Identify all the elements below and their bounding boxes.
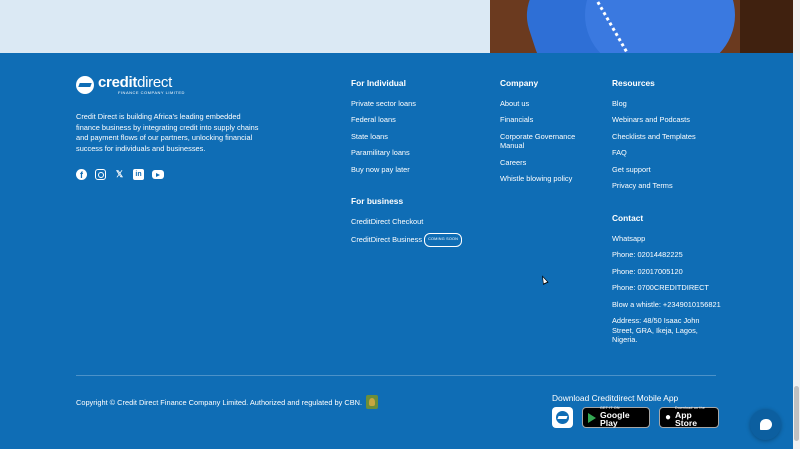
contact-phone-1[interactable]: Phone: 02014482225 — [612, 250, 722, 260]
individual-column: For Individual Private sector loans Fede… — [351, 78, 416, 181]
link-privacy-terms[interactable]: Privacy and Terms — [612, 181, 696, 191]
cbn-logo-icon — [366, 395, 379, 409]
link-financials[interactable]: Financials — [500, 115, 595, 125]
individual-heading: For Individual — [351, 78, 406, 88]
link-blog[interactable]: Blog — [612, 99, 696, 109]
link-creditdirect-business-item[interactable]: CreditDirect Business COMING SOON — [351, 233, 463, 247]
chat-bubble-icon — [759, 419, 772, 430]
logo-word-credit: credit — [98, 74, 138, 91]
footer-logo[interactable]: creditdirect FINANCE COMPANY LIMITED — [76, 75, 185, 95]
company-column: Company About us Financials Corporate Go… — [500, 78, 595, 191]
apple-icon: ● — [665, 411, 672, 423]
business-heading: For business — [351, 196, 404, 206]
link-private-sector-loans[interactable]: Private sector loans — [351, 99, 416, 109]
logo-mark-icon — [76, 76, 94, 94]
logo-word-direct: direct — [137, 74, 172, 91]
link-federal-loans[interactable]: Federal loans — [351, 115, 416, 125]
copyright-text: Copyright © Credit Direct Finance Compan… — [76, 397, 363, 407]
x-icon[interactable]: 𝕏 — [114, 169, 125, 180]
link-webinars[interactable]: Webinars and Podcasts — [612, 115, 696, 125]
creditdirect-app-icon[interactable] — [552, 407, 573, 428]
business-column: For business CreditDirect Checkout Credi… — [351, 196, 463, 254]
page-scrollbar[interactable] — [793, 0, 800, 449]
contact-address: Address: 48/50 Isaac John Street, GRA, I… — [612, 315, 700, 345]
link-corporate-governance[interactable]: Corporate Governance Manual — [500, 132, 595, 151]
link-creditdirect-checkout[interactable]: CreditDirect Checkout — [351, 217, 462, 227]
footer-divider — [76, 375, 716, 376]
app-store-label: App Store — [675, 409, 698, 429]
link-whistle-blowing[interactable]: Whistle blowing policy — [500, 174, 595, 184]
facebook-icon[interactable]: f — [76, 169, 87, 180]
app-download-title: Download Creditdirect Mobile App — [552, 393, 679, 403]
chat-button[interactable] — [750, 409, 781, 440]
copyright-row: Copyright © Credit Direct Finance Compan… — [76, 395, 379, 409]
linkedin-icon[interactable]: in — [133, 169, 144, 180]
link-checklists[interactable]: Checklists and Templates — [612, 132, 696, 142]
hero-image-strip — [0, 0, 800, 53]
resources-column: Resources Blog Webinars and Podcasts Che… — [612, 78, 696, 197]
link-about-us[interactable]: About us — [500, 99, 595, 109]
link-faq[interactable]: FAQ — [612, 148, 696, 158]
contact-phone-3[interactable]: Phone: 0700CREDITDIRECT — [612, 283, 722, 293]
contact-column: Contact Whatsapp Phone: 02014482225 Phon… — [612, 213, 722, 352]
link-creditdirect-business[interactable]: CreditDirect Business — [351, 235, 422, 244]
resources-heading: Resources — [612, 78, 655, 88]
instagram-icon[interactable] — [95, 169, 106, 180]
link-buy-now-pay-later[interactable]: Buy now pay later — [351, 165, 416, 175]
coming-soon-badge: COMING SOON — [424, 233, 463, 247]
youtube-icon[interactable] — [152, 170, 164, 179]
app-download-row: GET IT ON Google Play ● Download on the … — [552, 406, 719, 429]
social-links: f 𝕏 in — [76, 169, 164, 180]
contact-whatsapp[interactable]: Whatsapp — [612, 234, 722, 244]
app-store-button[interactable]: ● Download on the App Store — [659, 406, 719, 429]
contact-heading: Contact — [612, 213, 644, 223]
hero-photo — [490, 0, 795, 53]
contact-phone-2[interactable]: Phone: 02017005120 — [612, 267, 722, 277]
link-careers[interactable]: Careers — [500, 158, 595, 168]
company-heading: Company — [500, 78, 539, 88]
logo-subtitle: FINANCE COMPANY LIMITED — [118, 90, 185, 95]
link-state-loans[interactable]: State loans — [351, 132, 416, 142]
google-play-icon — [588, 412, 596, 423]
scrollbar-thumb[interactable] — [794, 386, 799, 441]
google-play-label: Google Play — [600, 409, 630, 429]
company-description: Credit Direct is building Africa’s leadi… — [76, 112, 259, 153]
link-paramilitary-loans[interactable]: Paramilitary loans — [351, 148, 416, 158]
link-get-support[interactable]: Get support — [612, 165, 696, 175]
google-play-button[interactable]: GET IT ON Google Play — [582, 406, 650, 429]
contact-whistle[interactable]: Blow a whistle: +2349010156821 — [612, 300, 722, 310]
